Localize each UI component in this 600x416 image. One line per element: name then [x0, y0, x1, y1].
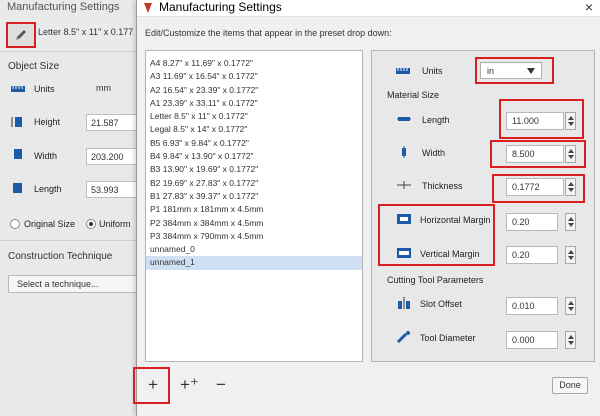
units-label: Units	[34, 84, 55, 94]
original-size-label: Original Size	[24, 219, 76, 229]
width-label: Width	[422, 148, 446, 158]
dialog-title: Manufacturing Settings	[159, 0, 282, 14]
preset-list-item[interactable]: P2 384mm x 384mm x 4.5mm	[146, 217, 362, 230]
uniform-label: Uniform	[99, 219, 131, 229]
preset-list-item[interactable]: A1 23.39" x 33.11" x 0.1772"	[146, 97, 362, 110]
width-field[interactable]: 203.200	[86, 148, 140, 165]
slot-offset-spinner[interactable]	[565, 297, 576, 315]
margins-highlight	[378, 204, 495, 266]
preset-list[interactable]: A4 8.27" x 11.69" x 0.1772" A3 11.69" x 1…	[145, 50, 363, 362]
tool-diameter-field[interactable]: 0.000	[506, 331, 558, 349]
vertical-margin-field[interactable]: 0.20	[506, 246, 558, 264]
length-icon	[13, 183, 22, 193]
app-logo-icon	[144, 3, 152, 13]
instruction-text: Edit/Customize the items that appear in …	[145, 28, 392, 38]
slot-offset-icon	[398, 297, 410, 309]
preset-list-item[interactable]: Letter 8.5" x 11" x 0.1772"	[146, 110, 362, 123]
tool-diameter-spinner[interactable]	[565, 331, 576, 349]
remove-preset-button[interactable]: −	[216, 376, 226, 393]
tool-diameter-label: Tool Diameter	[420, 333, 476, 343]
uniform-radio[interactable]	[86, 219, 96, 229]
preset-list-item[interactable]: B3 13.90" x 19.69" x 0.1772"	[146, 163, 362, 176]
background-settings-panel: Manufacturing Settings Letter 8.5" x 11"…	[0, 0, 140, 416]
object-size-heading: Object Size	[8, 61, 60, 72]
height-label: Height	[34, 117, 61, 127]
dialog-titlebar: Manufacturing Settings ×	[137, 0, 600, 17]
horizontal-margin-field[interactable]: 0.20	[506, 213, 558, 231]
preset-list-item[interactable]: A3 11.69" x 16.54" x 0.1772"	[146, 70, 362, 83]
length-label: Length	[422, 115, 450, 125]
preset-list-item[interactable]: B1 27.83" x 39.37" x 0.1772"	[146, 190, 362, 203]
ruler-icon	[396, 68, 410, 74]
length-field[interactable]: 53.993	[86, 181, 140, 198]
height-field[interactable]: 21.587	[86, 114, 140, 131]
original-size-radio[interactable]	[10, 219, 20, 229]
preset-list-item[interactable]: unnamed_0	[146, 243, 362, 256]
horizontal-margin-spinner[interactable]	[565, 213, 576, 231]
height-icon	[11, 117, 22, 127]
preset-list-item[interactable]: P3 384mm x 790mm x 4.5mm	[146, 230, 362, 243]
add-preset-button[interactable]: +	[148, 376, 158, 393]
preset-list-item[interactable]: B5 6.93" x 9.84" x 0.1772"	[146, 137, 362, 150]
close-icon[interactable]: ×	[585, 0, 593, 15]
ruler-icon	[11, 86, 25, 92]
preset-list-item[interactable]: A2 16.54" x 23.39" x 0.1772"	[146, 84, 362, 97]
panel-title: Manufacturing Settings	[7, 1, 120, 13]
vertical-margin-spinner[interactable]	[565, 246, 576, 264]
width-icon	[14, 149, 22, 159]
preset-list-item[interactable]: unnamed_1	[146, 256, 362, 270]
edit-presets-button[interactable]	[6, 22, 36, 48]
preset-select[interactable]: Letter 8.5" x 11" x 0.177	[38, 27, 133, 37]
width-highlight	[490, 140, 586, 168]
pencil-icon	[16, 30, 26, 40]
duplicate-preset-button[interactable]: +⁺	[180, 376, 199, 393]
construction-heading: Construction Technique	[8, 251, 113, 262]
length-label: Length	[34, 184, 62, 194]
preset-list-item[interactable]: Legal 8.5" x 14" x 0.1772"	[146, 123, 362, 136]
width-label: Width	[34, 151, 58, 161]
length-icon	[397, 117, 411, 121]
preset-list-item[interactable]: B4 9.84" x 13.90" x 0.1772"	[146, 150, 362, 163]
preset-list-item[interactable]: B2 19.69" x 27.83" x 0.1772"	[146, 177, 362, 190]
preset-list-item[interactable]: A4 8.27" x 11.69" x 0.1772"	[146, 57, 362, 70]
length-highlight	[499, 99, 584, 139]
units-label: Units	[422, 66, 443, 76]
tool-diameter-icon	[396, 331, 410, 343]
material-size-heading: Material Size	[387, 90, 440, 100]
width-icon	[402, 146, 406, 158]
thickness-label: Thickness	[422, 181, 463, 191]
select-technique-button[interactable]: Select a technique...	[8, 275, 140, 293]
cutting-tool-heading: Cutting Tool Parameters	[387, 275, 484, 285]
done-button[interactable]: Done	[552, 377, 588, 394]
preset-list-item[interactable]: P1 181mm x 181mm x 4.5mm	[146, 203, 362, 216]
section-divider	[0, 240, 140, 241]
thickness-icon	[397, 181, 411, 189]
slot-offset-label: Slot Offset	[420, 299, 462, 309]
units-highlight	[475, 57, 554, 84]
slot-offset-field[interactable]: 0.010	[506, 297, 558, 315]
thickness-highlight	[492, 174, 585, 203]
